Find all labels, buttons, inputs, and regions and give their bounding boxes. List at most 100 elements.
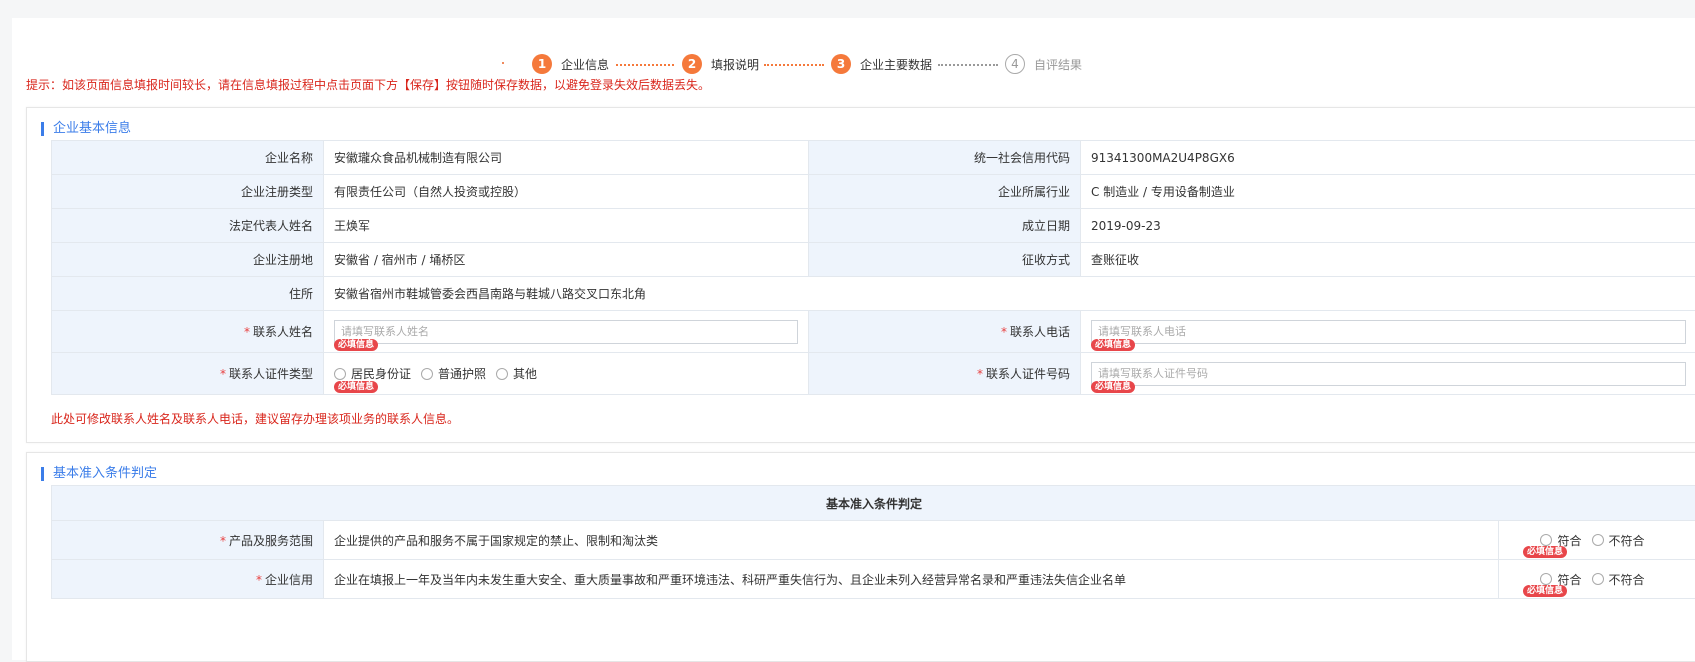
required-mark: * <box>1001 325 1007 339</box>
label-text: 企业信用 <box>265 573 313 587</box>
required-mark: * <box>220 534 226 548</box>
step-3[interactable]: 3 企业主要数据 <box>831 53 932 75</box>
progress-steps: 1 企业信息 2 填报说明 3 企业主要数据 4 自评结果 <box>12 48 1695 78</box>
section-title: 企业基本信息 <box>41 122 131 136</box>
reg-type-value: 有限责任公司（自然人投资或控股） <box>324 175 809 209</box>
section-title: 基本准入条件判定 <box>41 467 157 481</box>
required-badge: 必填信息 <box>1091 339 1135 351</box>
id-no-input[interactable] <box>1091 362 1686 386</box>
label-text: 联系人证件号码 <box>986 367 1070 381</box>
step-connector <box>938 64 998 66</box>
required-mark: * <box>220 367 226 381</box>
id-type-label: *联系人证件类型 <box>52 353 324 395</box>
required-badge: 必填信息 <box>334 381 378 393</box>
address-value: 安徽省宿州市鞋城管委会西昌南路与鞋城八路交叉口东北角 <box>324 277 1695 311</box>
admission-card: 基本准入条件判定 基本准入条件判定 *产品及服务范围 企业提供的产品和服务不属于… <box>26 452 1695 662</box>
step-connector <box>616 64 674 66</box>
basic-info-card: 企业基本信息 企业名称 安徽瓏众食品机械制造有限公司 统一社会信用代码 9134… <box>26 107 1695 443</box>
basic-info-table: 企业名称 安徽瓏众食品机械制造有限公司 统一社会信用代码 91341300MA2… <box>51 140 1695 395</box>
radio-icon <box>1592 534 1604 546</box>
required-mark: * <box>977 367 983 381</box>
company-name-label: 企业名称 <box>52 141 324 175</box>
label-text: 联系人姓名 <box>253 325 313 339</box>
step-4[interactable]: 4 自评结果 <box>1005 53 1082 75</box>
table-row: *联系人姓名 必填信息 *联系人电话 必填信息 <box>52 311 1695 353</box>
required-badge: 必填信息 <box>334 339 378 351</box>
required-badge: 必填信息 <box>1523 585 1567 597</box>
credit-text: 企业在填报上一年及当年内未发生重大安全、重大质量事故和严重环境违法、科研严重失信… <box>324 560 1499 599</box>
est-date-label: 成立日期 <box>809 209 1081 243</box>
contact-phone-input[interactable] <box>1091 320 1686 344</box>
step-label: 企业信息 <box>561 56 609 73</box>
required-mark: * <box>256 573 262 587</box>
radio-label: 普通护照 <box>438 365 486 382</box>
radio-icon <box>1540 534 1552 546</box>
required-badge: 必填信息 <box>1523 546 1567 558</box>
id-type-cell: 居民身份证 普通护照 其他 必填信息 <box>324 353 809 395</box>
step-number: 2 <box>682 54 702 74</box>
step-number: 3 <box>831 54 851 74</box>
radio-id-card[interactable]: 居民身份证 <box>334 365 411 382</box>
tax-method-label: 征收方式 <box>809 243 1081 277</box>
table-row: 住所 安徽省宿州市鞋城管委会西昌南路与鞋城八路交叉口东北角 <box>52 277 1695 311</box>
contact-note: 此处可修改联系人姓名及联系人电话，建议留存办理该项业务的联系人信息。 <box>51 410 459 427</box>
industry-label: 企业所属行业 <box>809 175 1081 209</box>
radio-label: 其他 <box>513 365 537 382</box>
contact-name-input[interactable] <box>334 320 798 344</box>
radio-not-conform[interactable]: 不符合 <box>1592 571 1645 588</box>
radio-label: 不符合 <box>1609 532 1645 549</box>
product-scope-text: 企业提供的产品和服务不属于国家规定的禁止、限制和淘汰类 <box>324 521 1499 560</box>
save-tip: 提示：如该页面信息填报时间较长，请在信息填报过程中点击页面下方【保存】按钮随时保… <box>26 76 710 93</box>
radio-not-conform[interactable]: 不符合 <box>1592 532 1645 549</box>
step-start-dot <box>502 62 504 64</box>
table-row: *企业信用 企业在填报上一年及当年内未发生重大安全、重大质量事故和严重环境违法、… <box>52 560 1695 599</box>
step-1[interactable]: 1 企业信息 <box>532 53 609 75</box>
radio-icon <box>1592 573 1604 585</box>
table-row: *产品及服务范围 企业提供的产品和服务不属于国家规定的禁止、限制和淘汰类 符合 … <box>52 521 1695 560</box>
step-2[interactable]: 2 填报说明 <box>682 53 759 75</box>
table-header: 基本准入条件判定 <box>52 486 1695 521</box>
id-no-cell: 必填信息 <box>1081 353 1695 395</box>
id-no-label: *联系人证件号码 <box>809 353 1081 395</box>
credit-code-label: 统一社会信用代码 <box>809 141 1081 175</box>
radio-other[interactable]: 其他 <box>496 365 537 382</box>
table-row: 企业名称 安徽瓏众食品机械制造有限公司 统一社会信用代码 91341300MA2… <box>52 141 1695 175</box>
radio-icon <box>1540 573 1552 585</box>
table-row: 法定代表人姓名 王焕军 成立日期 2019-09-23 <box>52 209 1695 243</box>
label-text: 产品及服务范围 <box>229 534 313 548</box>
page: 1 企业信息 2 填报说明 3 企业主要数据 4 自评结果 提示：如该页面信息填… <box>12 18 1695 660</box>
industry-value: C 制造业 / 专用设备制造业 <box>1081 175 1695 209</box>
label-text: 联系人证件类型 <box>229 367 313 381</box>
step-number: 4 <box>1005 54 1025 74</box>
product-scope-options: 符合 不符合 必填信息 <box>1499 521 1695 560</box>
radio-label: 不符合 <box>1609 571 1645 588</box>
table-header-row: 基本准入条件判定 <box>52 486 1695 521</box>
radio-icon <box>496 368 508 380</box>
reg-place-value: 安徽省 / 宿州市 / 埇桥区 <box>324 243 809 277</box>
label-text: 联系人电话 <box>1010 325 1070 339</box>
table-row: 企业注册类型 有限责任公司（自然人投资或控股） 企业所属行业 C 制造业 / 专… <box>52 175 1695 209</box>
reg-type-label: 企业注册类型 <box>52 175 324 209</box>
credit-options: 符合 不符合 必填信息 <box>1499 560 1695 599</box>
legal-rep-label: 法定代表人姓名 <box>52 209 324 243</box>
legal-rep-value: 王焕军 <box>324 209 809 243</box>
reg-place-label: 企业注册地 <box>52 243 324 277</box>
table-row: 企业注册地 安徽省 / 宿州市 / 埇桥区 征收方式 查账征收 <box>52 243 1695 277</box>
est-date-value: 2019-09-23 <box>1081 209 1695 243</box>
product-scope-label: *产品及服务范围 <box>52 521 324 560</box>
credit-label: *企业信用 <box>52 560 324 599</box>
required-mark: * <box>244 325 250 339</box>
address-label: 住所 <box>52 277 324 311</box>
required-badge: 必填信息 <box>1091 381 1135 393</box>
step-connector <box>764 64 824 66</box>
contact-name-cell: 必填信息 <box>324 311 809 353</box>
step-label: 填报说明 <box>711 56 759 73</box>
id-type-radio-group: 居民身份证 普通护照 其他 <box>334 365 798 382</box>
radio-passport[interactable]: 普通护照 <box>421 365 486 382</box>
contact-phone-cell: 必填信息 <box>1081 311 1695 353</box>
tax-method-value: 查账征收 <box>1081 243 1695 277</box>
radio-icon <box>334 368 346 380</box>
step-number: 1 <box>532 54 552 74</box>
contact-name-label: *联系人姓名 <box>52 311 324 353</box>
credit-code-value: 91341300MA2U4P8GX6 <box>1081 141 1695 175</box>
